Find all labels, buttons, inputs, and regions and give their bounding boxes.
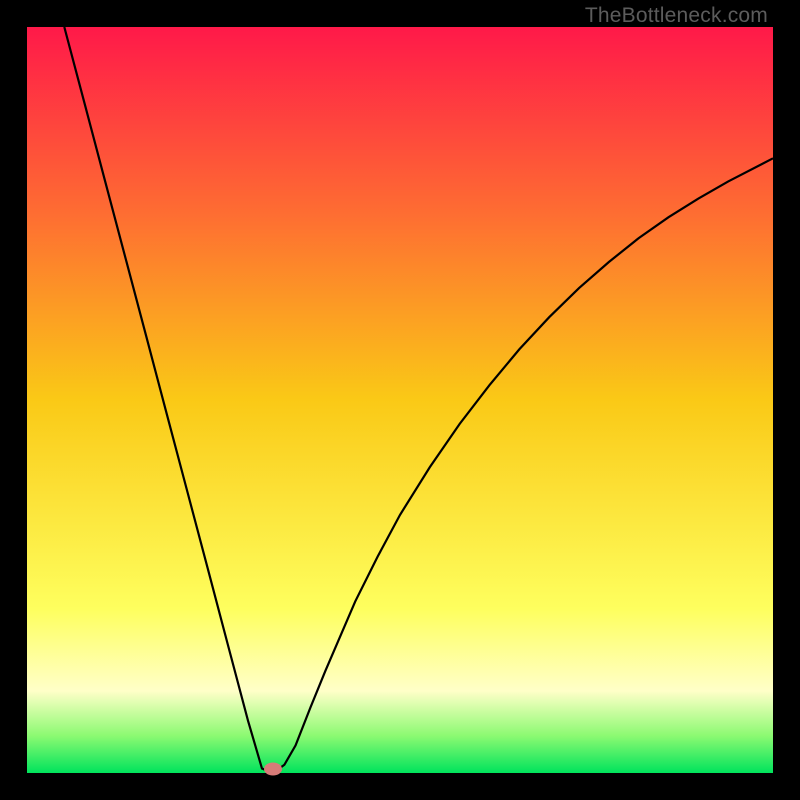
gradient-background (27, 27, 773, 773)
plot-frame (27, 27, 773, 773)
bottleneck-chart (27, 27, 773, 773)
watermark-text: TheBottleneck.com (585, 4, 768, 28)
optimal-point-marker (264, 762, 282, 775)
